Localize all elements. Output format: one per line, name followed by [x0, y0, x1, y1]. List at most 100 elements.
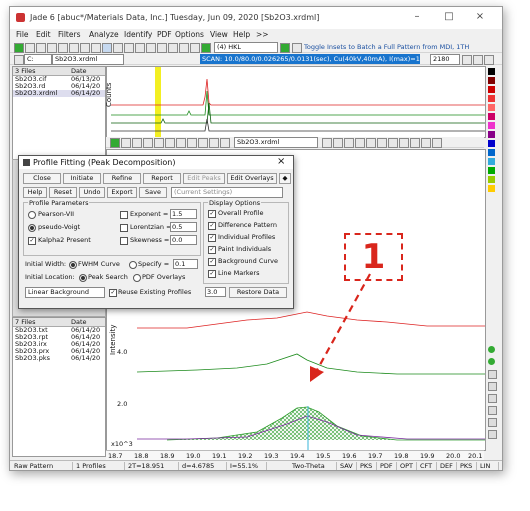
pdf-overlays-radio[interactable] [133, 274, 141, 282]
print-icon[interactable] [47, 43, 57, 53]
tool-icon[interactable] [488, 418, 497, 427]
menu-more[interactable]: >> [256, 30, 269, 39]
tool-f-icon[interactable] [377, 138, 387, 148]
background-curve-checkbox[interactable]: ✓ [208, 258, 216, 266]
difference-pattern-checkbox[interactable]: ✓ [208, 222, 216, 230]
specify-radio[interactable] [129, 261, 137, 269]
overlay-5-icon[interactable] [165, 138, 175, 148]
list-item[interactable]: Sb2O3.pks 06/14/20 [13, 355, 105, 362]
zoom-icon[interactable] [102, 43, 112, 53]
tool-icon[interactable] [488, 370, 497, 379]
color-swatch[interactable] [488, 113, 495, 120]
exponent-field[interactable]: 1.5 [170, 209, 197, 219]
edit-overlays-button[interactable]: Edit Overlays [227, 173, 277, 184]
tool-h-icon[interactable] [399, 138, 409, 148]
tool-icon[interactable] [488, 430, 497, 439]
color-swatch[interactable] [488, 77, 495, 84]
tool-k-icon[interactable] [432, 138, 442, 148]
overall-profile-checkbox[interactable]: ✓ [208, 210, 216, 218]
drive-selector[interactable]: C: [24, 54, 52, 65]
pearson-radio[interactable] [28, 211, 36, 219]
tool-a-icon[interactable] [322, 138, 332, 148]
overlay-8-icon[interactable] [198, 138, 208, 148]
list-item[interactable]: Sb2O3.xrdml 06/14/20 [13, 90, 105, 97]
color-swatch[interactable] [488, 68, 495, 75]
skewness-field[interactable]: 0.0 [170, 235, 197, 245]
status-pks[interactable]: PKS [360, 462, 377, 470]
tool-b-icon[interactable] [333, 138, 343, 148]
overview-plot[interactable]: Counts [105, 66, 486, 138]
individual-profiles-checkbox[interactable]: ✓ [208, 234, 216, 242]
paint-individuals-checkbox[interactable]: ✓ [208, 246, 216, 254]
calc-icon[interactable] [157, 43, 167, 53]
peak-search-radio[interactable] [79, 274, 87, 282]
tool-icon[interactable] [488, 406, 497, 415]
color-swatch[interactable] [488, 95, 495, 102]
edit-peaks-button[interactable]: Edit Peaks [183, 173, 225, 184]
restore-data-button[interactable]: Restore Data [229, 287, 287, 298]
file-selector[interactable]: Sb2O3.xrdml [52, 54, 124, 65]
menu-help[interactable]: Help [233, 30, 250, 39]
menu-pdf[interactable]: PDF [157, 30, 172, 39]
status-pks2[interactable]: PKS [460, 462, 477, 470]
zoom-in-icon[interactable] [488, 358, 495, 365]
files-count-header[interactable]: 3 Files [13, 67, 71, 75]
skewness-checkbox[interactable] [120, 237, 128, 245]
kalpha2-checkbox[interactable]: ✓ [28, 237, 36, 245]
peak-icon[interactable] [168, 43, 178, 53]
tool-icon[interactable] [488, 382, 497, 391]
help-icon[interactable] [14, 43, 24, 53]
overlay-2-icon[interactable] [132, 138, 142, 148]
maximize-button[interactable]: □ [442, 11, 456, 23]
tool-icon[interactable] [488, 394, 497, 403]
overlay-4-icon[interactable] [154, 138, 164, 148]
menu-analyze[interactable]: Analyze [89, 30, 119, 39]
menu-identify[interactable]: Identify [124, 30, 152, 39]
color-swatch[interactable] [488, 131, 495, 138]
date-header[interactable]: Date [71, 318, 87, 326]
overlay-6-icon[interactable] [176, 138, 186, 148]
graph-icon[interactable] [124, 43, 134, 53]
specify-field[interactable]: 0.1 [173, 259, 198, 269]
color-swatch[interactable] [488, 104, 495, 111]
menu-file[interactable]: File [16, 30, 29, 39]
tool-d-icon[interactable] [355, 138, 365, 148]
undo-icon[interactable] [91, 43, 101, 53]
color-swatch[interactable] [488, 122, 495, 129]
line-markers-checkbox[interactable]: ✓ [208, 270, 216, 278]
settings-dropdown[interactable]: (Current Settings) [171, 187, 283, 198]
overlay-dropdown[interactable]: Sb2O3.xrdml [234, 137, 318, 148]
reset-button[interactable]: Reset [49, 187, 77, 198]
background-dropdown[interactable]: Linear Background [25, 287, 105, 298]
settings-icon[interactable] [179, 43, 189, 53]
dialog-close-icon[interactable]: × [277, 156, 285, 167]
lorentzian-field[interactable]: 0.5 [170, 222, 197, 232]
overlay-9-icon[interactable] [209, 138, 219, 148]
export-button[interactable]: Export [107, 187, 137, 198]
color-swatch[interactable] [488, 149, 495, 156]
lorentzian-checkbox[interactable] [120, 224, 128, 232]
status-opt[interactable]: OPT [400, 462, 417, 470]
tool-i-icon[interactable] [410, 138, 420, 148]
paste-icon[interactable] [80, 43, 90, 53]
status-pdf[interactable]: PDF [380, 462, 397, 470]
color-swatch[interactable] [488, 86, 495, 93]
plot-icon[interactable] [190, 43, 200, 53]
reuse-profiles-checkbox[interactable]: ✓ [109, 289, 117, 297]
status-def[interactable]: DEF [440, 462, 457, 470]
dialog-undo-button[interactable]: Undo [79, 187, 105, 198]
folder-up-icon[interactable] [14, 55, 24, 65]
menu-view[interactable]: View [210, 30, 228, 39]
copy-icon[interactable] [69, 43, 79, 53]
tool-c-icon[interactable] [344, 138, 354, 148]
cut-icon[interactable] [58, 43, 68, 53]
filter-icon[interactable] [113, 43, 123, 53]
scan-value[interactable]: 2180 [430, 54, 460, 65]
initiate-button[interactable]: Initiate [63, 173, 101, 184]
status-sav[interactable]: SAV [340, 462, 357, 470]
dialog-help-button[interactable]: Help [23, 187, 47, 198]
status-cft[interactable]: CFT [420, 462, 437, 470]
color-swatch[interactable] [488, 185, 495, 192]
tool-g-icon[interactable] [388, 138, 398, 148]
files-count-header[interactable]: 7 Files [13, 318, 71, 326]
